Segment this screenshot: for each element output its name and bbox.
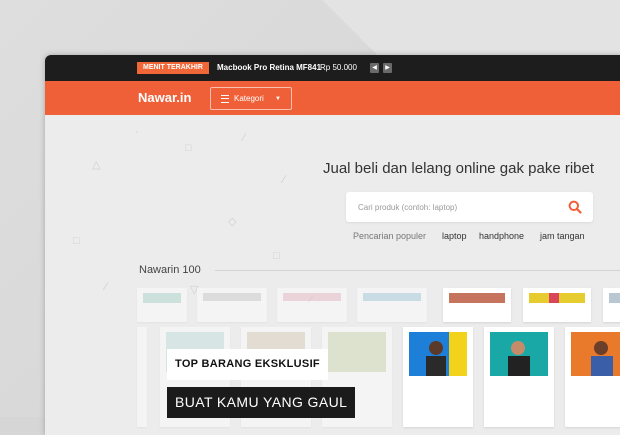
ticker-product-price: Rp 50.000 xyxy=(320,63,357,72)
search-box xyxy=(346,192,593,222)
exclusive-banner-line2: BUAT KAMU YANG GAUL xyxy=(167,387,356,418)
product-card[interactable] xyxy=(484,327,554,427)
product-image xyxy=(409,332,467,376)
chevron-right-icon[interactable]: ▶ xyxy=(383,63,392,73)
section-divider xyxy=(215,270,620,271)
ticker-product-name[interactable]: Macbook Pro Retina MF841 xyxy=(217,62,321,74)
square-decoration-icon: □ xyxy=(73,235,80,247)
product-image xyxy=(283,293,341,301)
product-card[interactable] xyxy=(137,288,187,322)
product-card[interactable] xyxy=(197,288,267,322)
dash-decoration-icon: ∕ xyxy=(105,281,107,293)
product-card[interactable] xyxy=(603,288,620,322)
product-image xyxy=(449,293,505,303)
product-card[interactable] xyxy=(443,288,511,322)
product-image xyxy=(571,332,620,376)
search-icon[interactable] xyxy=(568,200,582,214)
product-image xyxy=(529,293,585,303)
site-logo[interactable]: Nawar.in xyxy=(138,91,191,105)
product-card[interactable] xyxy=(403,327,473,427)
product-card[interactable] xyxy=(565,327,620,427)
diamond-decoration-icon: ◇ xyxy=(228,216,237,228)
product-image xyxy=(363,293,421,301)
chevron-left-icon[interactable]: ◀ xyxy=(370,63,379,73)
browser-window: MENIT TERAKHIR Macbook Pro Retina MF841 … xyxy=(45,55,620,435)
hero-tagline: Jual beli dan lelang online gak pake rib… xyxy=(323,160,595,177)
last-minute-badge: MENIT TERAKHIR xyxy=(137,62,209,74)
popular-search-link[interactable]: jam tangan xyxy=(540,231,585,242)
search-input[interactable] xyxy=(358,201,558,213)
popular-search-link[interactable]: handphone xyxy=(479,231,524,242)
category-button[interactable]: Kategori ▼ xyxy=(210,87,292,110)
hamburger-icon xyxy=(221,95,229,103)
product-image xyxy=(203,293,261,301)
product-card[interactable] xyxy=(277,288,347,322)
square-decoration-icon: □ xyxy=(185,142,192,154)
triangle-decoration-icon: △ xyxy=(92,159,101,171)
product-card[interactable] xyxy=(137,327,147,427)
product-image xyxy=(490,332,548,376)
product-card[interactable] xyxy=(357,288,427,322)
popular-search-label: Pencarian populer xyxy=(353,231,427,241)
product-image xyxy=(143,293,181,303)
last-minute-ticker-bar: MENIT TERAKHIR Macbook Pro Retina MF841 … xyxy=(45,55,620,81)
popular-search-link[interactable]: laptop xyxy=(442,231,467,242)
dot-decoration-icon: · xyxy=(135,126,139,138)
caret-down-icon: ▼ xyxy=(275,96,281,102)
dash-decoration-icon: ∕ xyxy=(283,174,285,186)
exclusive-banner-line1: TOP BARANG EKSKLUSIF xyxy=(167,349,328,380)
square-decoration-icon: □ xyxy=(273,250,280,262)
product-card[interactable] xyxy=(523,288,591,322)
main-header: Nawar.in Kategori ▼ xyxy=(45,81,620,115)
section-title: Nawarin 100 xyxy=(139,264,201,276)
product-image xyxy=(328,332,386,372)
dash-decoration-icon: ∕ xyxy=(243,132,245,144)
category-button-label: Kategori xyxy=(234,94,264,103)
product-image xyxy=(609,293,620,303)
